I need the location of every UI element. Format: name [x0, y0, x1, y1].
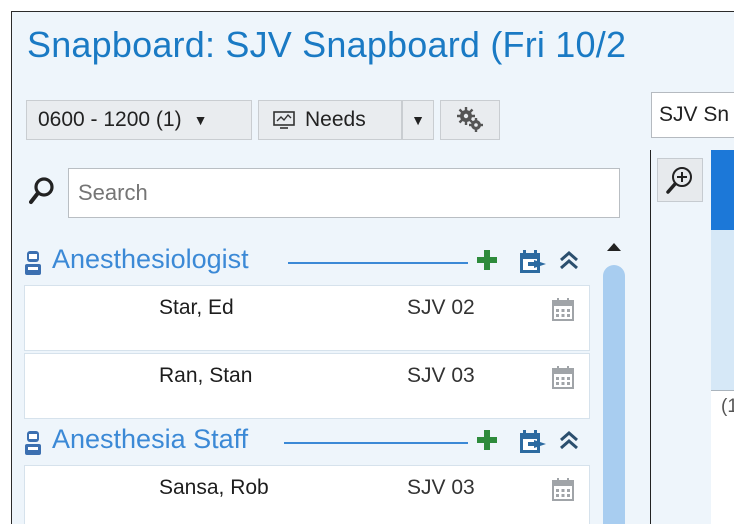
settings-button[interactable] — [440, 100, 500, 140]
group-name: Anesthesia Staff — [52, 424, 249, 454]
group-name: Anesthesiologist — [52, 244, 249, 274]
vertical-scrollbar[interactable] — [603, 243, 625, 524]
schedule-panel: (1 — [711, 150, 734, 524]
page-title: Snapboard: SJV Snapboard (Fri 10/2 — [27, 24, 627, 65]
needs-label: Needs — [305, 108, 366, 131]
calendar-icon[interactable] — [552, 477, 574, 501]
calendar-swap-icon[interactable] — [518, 248, 548, 276]
person-icon — [25, 431, 41, 455]
scroll-up-icon[interactable] — [607, 243, 621, 251]
group-header-anesthesia-staff: Anesthesia Staff — [24, 424, 590, 458]
zoom-in-button[interactable] — [657, 158, 703, 202]
search-input[interactable] — [68, 168, 620, 218]
needs-dropdown-button[interactable]: ▼ — [402, 100, 434, 140]
person-name: Sansa, Rob — [159, 476, 269, 499]
monitor-icon — [273, 111, 295, 129]
group-divider — [284, 442, 468, 444]
scrollbar-thumb[interactable] — [603, 265, 625, 524]
caret-down-icon: ▼ — [193, 112, 208, 128]
person-name: Star, Ed — [159, 296, 234, 319]
time-range-label: 0600 - 1200 (1) — [38, 108, 182, 131]
caret-down-icon: ▼ — [411, 112, 425, 128]
gear-icon — [457, 107, 483, 132]
list-item[interactable]: Ran, Stan SJV 03 — [24, 353, 590, 419]
collapse-icon[interactable] — [558, 248, 580, 272]
snapboard-select[interactable]: SJV Sn — [651, 92, 734, 138]
needs-button[interactable]: Needs — [258, 100, 402, 140]
person-name: Ran, Stan — [159, 364, 253, 387]
collapse-icon[interactable] — [558, 428, 580, 452]
list-item[interactable]: Star, Ed SJV 02 — [24, 285, 590, 351]
schedule-header-band — [711, 150, 734, 230]
list-item[interactable]: Sansa, Rob SJV 03 — [24, 465, 590, 524]
search-icon — [29, 177, 54, 204]
time-range-dropdown[interactable]: 0600 - 1200 (1) ▼ — [26, 100, 252, 140]
room-label: SJV 03 — [407, 364, 475, 387]
group-header-anesthesiologist: Anesthesiologist — [24, 244, 590, 278]
person-icon — [25, 251, 41, 275]
zoom-in-icon — [666, 167, 692, 194]
calendar-swap-icon[interactable] — [518, 428, 548, 456]
room-label: SJV 03 — [407, 476, 475, 499]
panel-divider — [650, 150, 651, 524]
calendar-icon[interactable] — [552, 297, 574, 321]
add-icon[interactable] — [476, 248, 498, 272]
group-divider — [288, 262, 468, 264]
room-label: SJV 02 — [407, 296, 475, 319]
schedule-fragment-text: (1 — [721, 396, 734, 417]
add-icon[interactable] — [476, 428, 498, 452]
calendar-icon[interactable] — [552, 365, 574, 389]
